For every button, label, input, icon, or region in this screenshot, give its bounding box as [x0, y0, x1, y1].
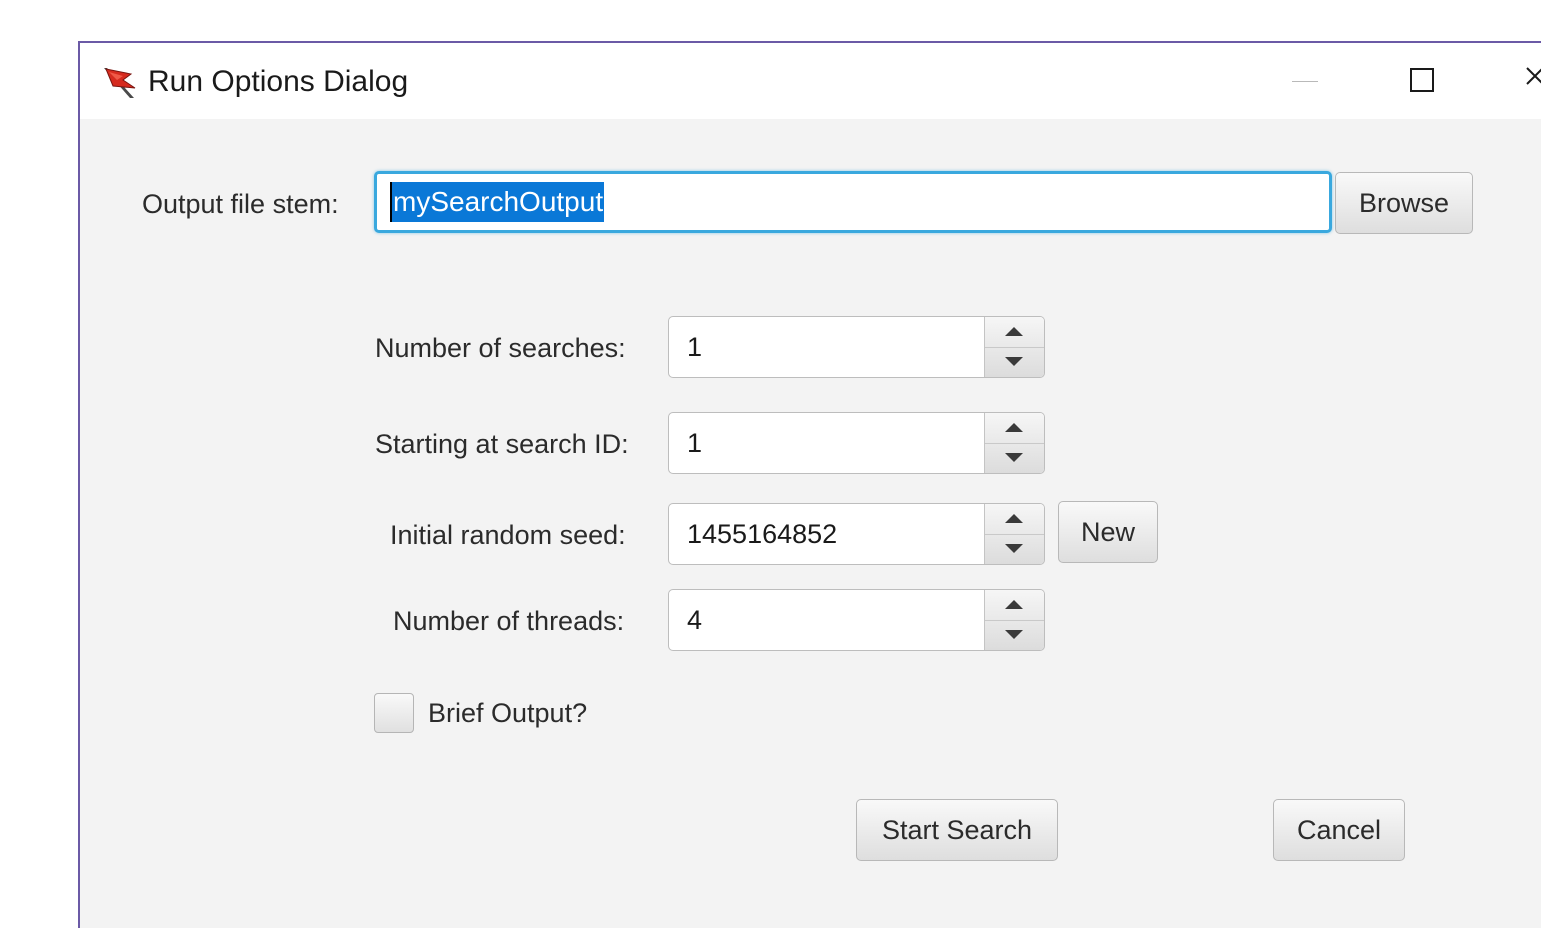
starting-search-id-value[interactable]: 1: [687, 425, 702, 461]
increment-arrow-icon[interactable]: [985, 317, 1044, 348]
number-of-searches-label: Number of searches:: [375, 333, 626, 363]
output-file-stem-value: mySearchOutput: [392, 182, 605, 222]
minimize-icon[interactable]: [1270, 43, 1340, 119]
red-flag-icon: [101, 66, 139, 100]
maximize-icon[interactable]: [1390, 43, 1460, 119]
brief-output-checkbox[interactable]: [374, 693, 414, 733]
initial-random-seed-value[interactable]: 1455164852: [687, 516, 837, 552]
browse-button[interactable]: Browse: [1335, 172, 1473, 234]
spinner-buttons: [984, 504, 1044, 564]
decrement-arrow-icon[interactable]: [985, 347, 1044, 377]
spinner-buttons: [984, 590, 1044, 650]
brief-output-label[interactable]: Brief Output?: [428, 695, 587, 731]
number-of-threads-label: Number of threads:: [393, 606, 625, 636]
initial-random-seed-spinner[interactable]: 1455164852: [668, 503, 1045, 565]
output-file-stem-label: Output file stem:: [142, 189, 339, 219]
window-title: Run Options Dialog: [148, 65, 409, 98]
decrement-arrow-icon[interactable]: [985, 443, 1044, 473]
title-bar[interactable]: Run Options Dialog: [80, 43, 1541, 119]
decrement-arrow-icon[interactable]: [985, 620, 1044, 650]
close-icon[interactable]: [1505, 43, 1541, 119]
run-options-dialog: Run Options Dialog Output file stem: myS…: [78, 41, 1541, 928]
decrement-arrow-icon[interactable]: [985, 534, 1044, 564]
starting-search-id-spinner[interactable]: 1: [668, 412, 1045, 474]
starting-search-id-label: Starting at search ID:: [375, 429, 629, 459]
spinner-buttons: [984, 413, 1044, 473]
increment-arrow-icon[interactable]: [985, 590, 1044, 621]
output-file-stem-input[interactable]: mySearchOutput: [374, 171, 1332, 233]
initial-random-seed-label: Initial random seed:: [390, 520, 626, 550]
new-seed-button[interactable]: New: [1058, 501, 1158, 563]
spinner-buttons: [984, 317, 1044, 377]
increment-arrow-icon[interactable]: [985, 504, 1044, 535]
number-of-searches-spinner[interactable]: 1: [668, 316, 1045, 378]
increment-arrow-icon[interactable]: [985, 413, 1044, 444]
number-of-threads-value[interactable]: 4: [687, 602, 702, 638]
start-search-button[interactable]: Start Search: [856, 799, 1058, 861]
cancel-button[interactable]: Cancel: [1273, 799, 1405, 861]
number-of-threads-spinner[interactable]: 4: [668, 589, 1045, 651]
number-of-searches-value[interactable]: 1: [687, 329, 702, 365]
